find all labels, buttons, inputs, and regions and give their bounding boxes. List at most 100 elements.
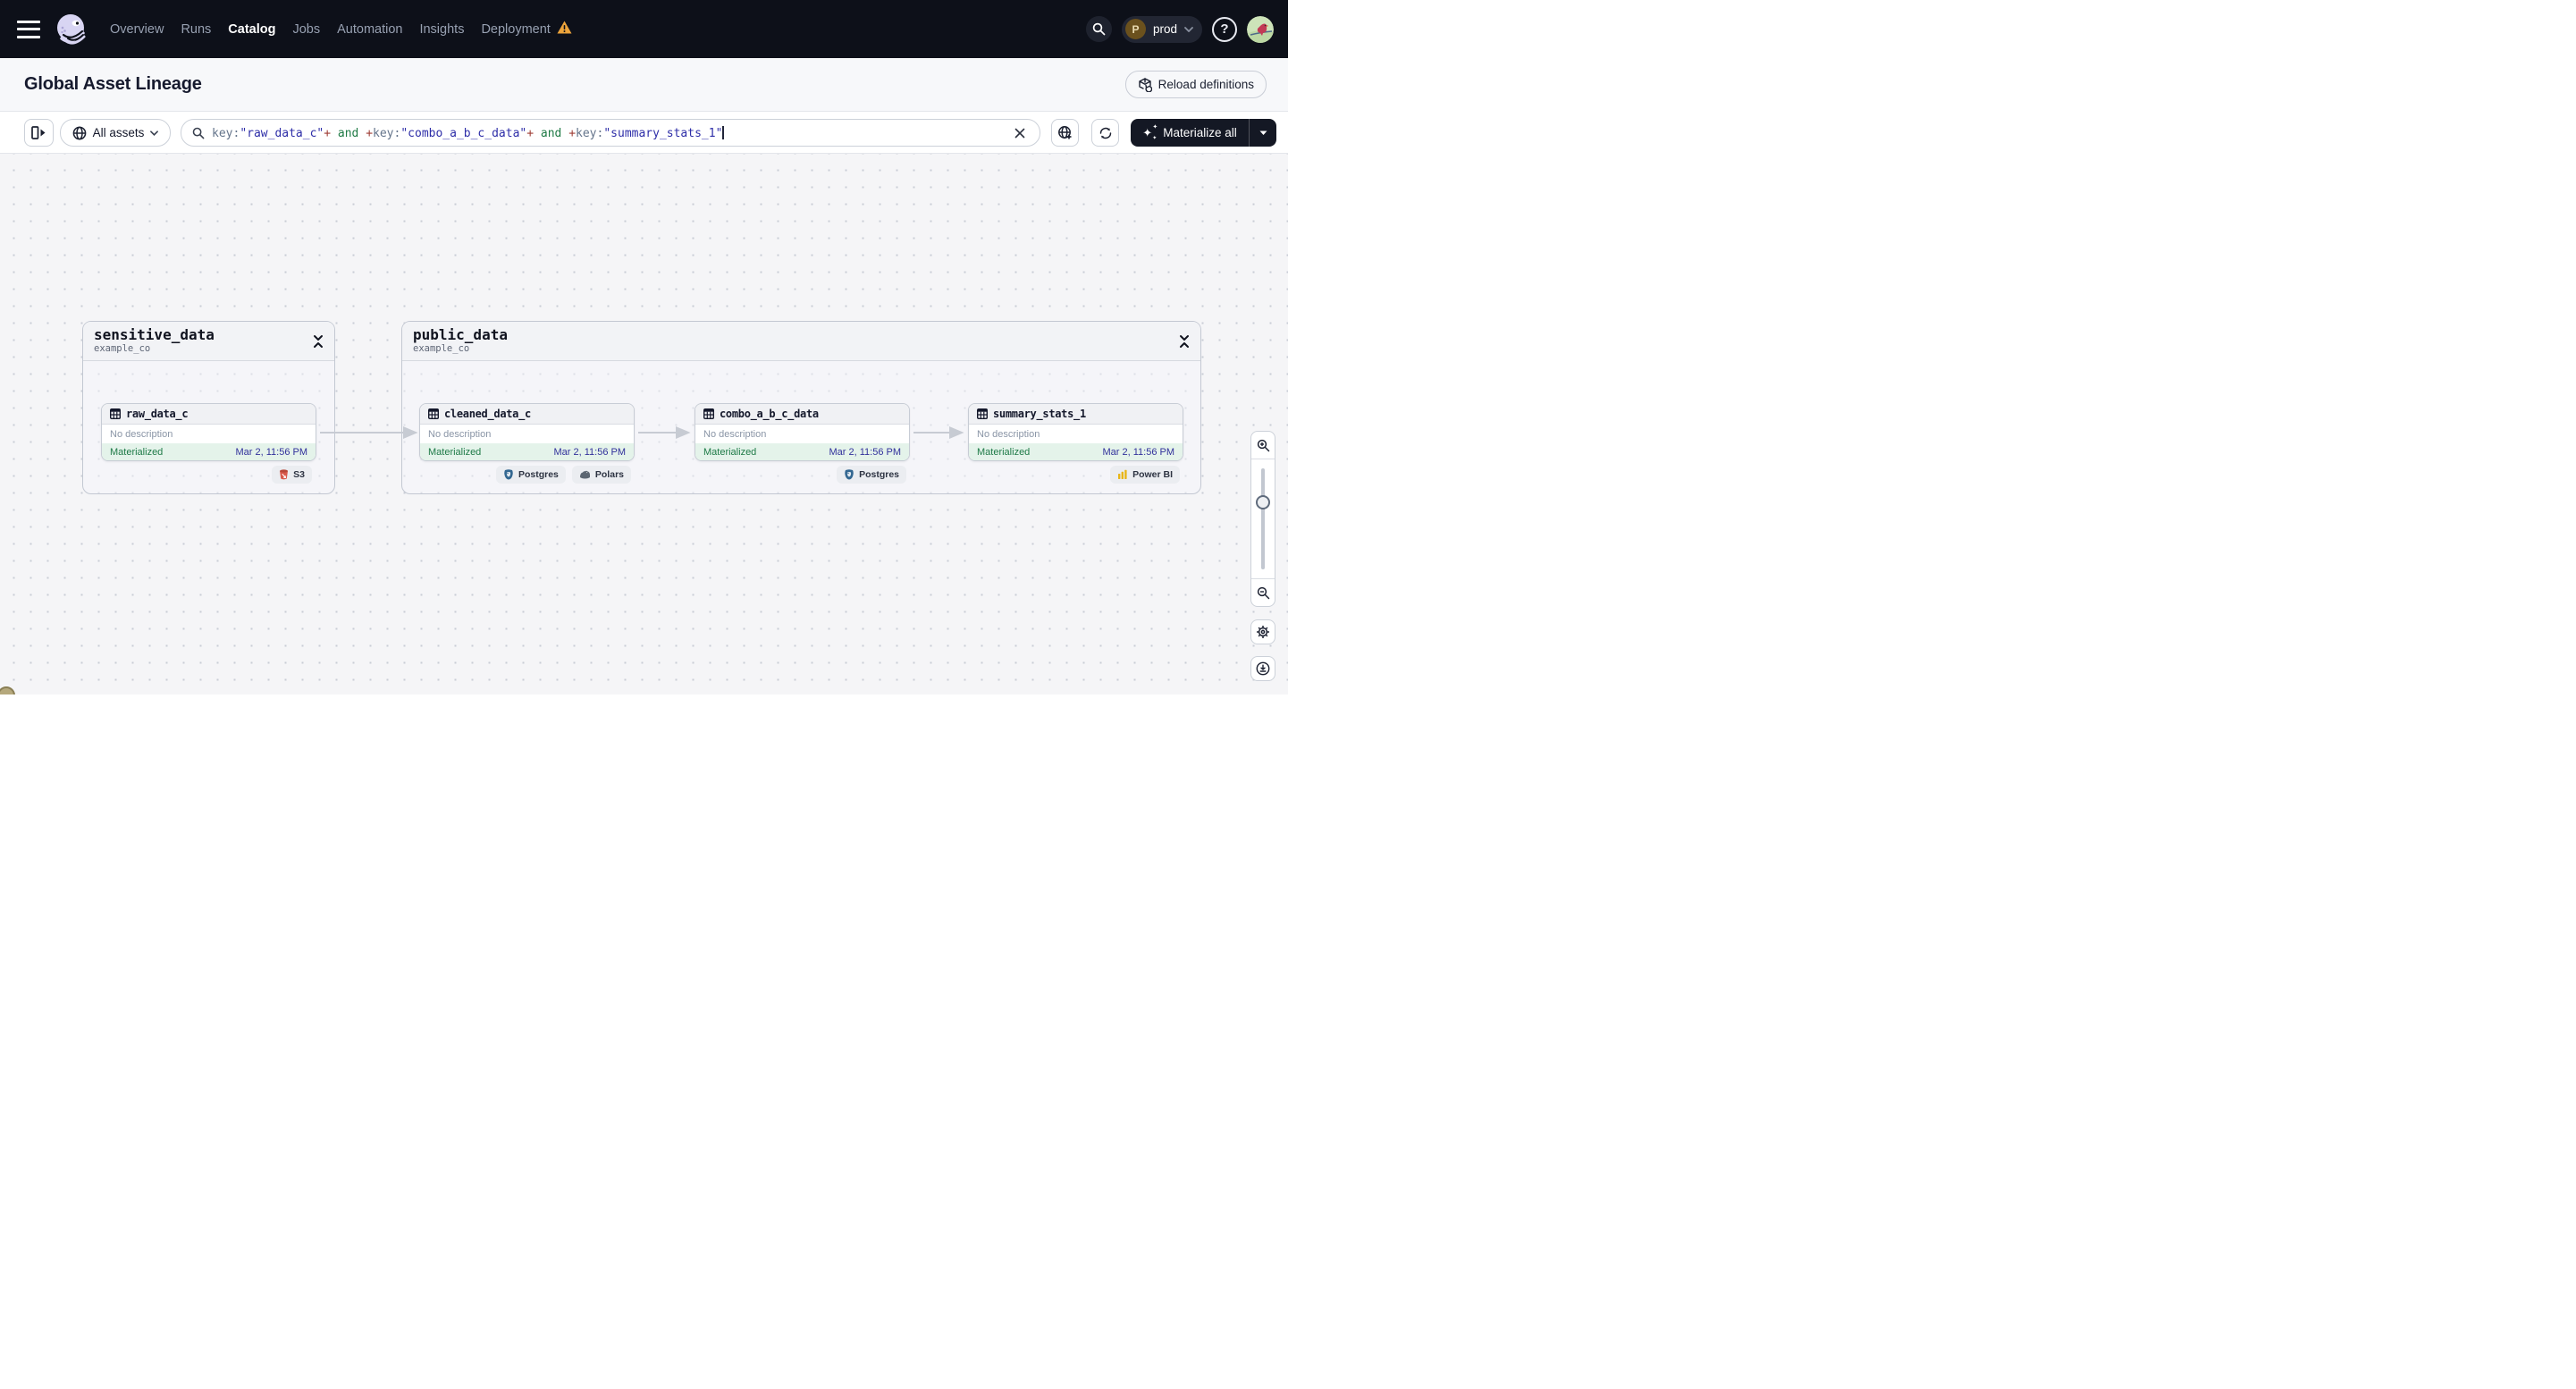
asset-status-row: Materialized Mar 2, 11:56 PM [420,443,634,460]
kind-tag-postgres[interactable]: Postgres [495,466,566,484]
table-icon [428,408,439,419]
zoom-controls [1250,431,1275,607]
asset-node-combo-a-b-c-data[interactable]: combo_a_b_c_data No description Material… [695,403,910,461]
refresh-icon[interactable] [1091,119,1119,147]
asset-filter-dropdown[interactable]: All assets [60,119,171,147]
table-icon [110,408,121,419]
group-title: sensitive_data [94,326,215,343]
materialization-timestamp: Mar 2, 11:56 PM [1102,446,1175,458]
kind-tag-polars[interactable]: Polars [571,466,631,484]
deployment-switcher[interactable]: P prod [1121,15,1202,43]
help-icon[interactable]: ? [1212,16,1237,42]
lineage-toolbar: All assets key:"raw_data_c"+ and +key:"c… [0,112,1288,154]
materialize-all-button[interactable]: ✦ ✦ ✦ Materialize all [1131,119,1249,147]
corner-decoration [0,686,15,694]
status-badge: Materialized [703,446,757,458]
asset-name: summary_stats_1 [993,408,1086,420]
postgres-icon [504,469,513,480]
polars-icon [579,470,590,479]
globe-icon [72,126,86,139]
asset-name: cleaned_data_c [444,408,531,420]
zoom-slider-thumb[interactable] [1256,495,1270,509]
materialization-timestamp: Mar 2, 11:56 PM [553,446,627,458]
caret-down-icon [1259,130,1267,135]
asset-description: No description [703,428,767,440]
zoom-out-icon[interactable] [1251,579,1275,606]
asset-node-cleaned-data-c[interactable]: cleaned_data_c No description Materializ… [419,403,635,461]
chevron-down-icon [150,130,159,136]
sparkles-icon: ✦ ✦ ✦ [1142,123,1158,141]
top-navbar: Overview Runs Catalog Jobs Automation In… [0,0,1288,58]
group-subtitle: example_co [413,343,470,354]
asset-node-summary-stats-1[interactable]: summary_stats_1 No description Materiali… [968,403,1183,461]
group-subtitle: example_co [94,343,151,354]
zoom-slider-track [1261,468,1265,569]
asset-status-row: Materialized Mar 2, 11:56 PM [102,443,316,460]
asset-description: No description [977,428,1040,440]
primary-nav: Overview Runs Catalog Jobs Automation In… [110,21,572,38]
asset-node-raw-data-c[interactable]: raw_data_c No description Materialized M… [101,403,316,461]
asset-filter-label: All assets [92,126,145,139]
materialization-timestamp: Mar 2, 11:56 PM [235,446,308,458]
group-header: public_data example_co [402,322,1200,361]
open-sidebar-button[interactable] [24,119,54,147]
asset-name: combo_a_b_c_data [720,408,819,420]
nav-item-jobs[interactable]: Jobs [292,22,320,37]
graph-settings-icon[interactable] [1250,619,1275,644]
tag-row: Postgres Polars [419,466,631,484]
nav-item-automation[interactable]: Automation [337,22,402,37]
asset-status-row: Materialized Mar 2, 11:56 PM [969,443,1183,460]
materialize-options-dropdown[interactable] [1249,119,1276,147]
table-icon [703,408,714,419]
page-header: Global Asset Lineage Reload definitions [0,58,1288,112]
search-icon [192,127,205,139]
status-badge: Materialized [977,446,1031,458]
kind-tag-postgres[interactable]: Postgres [837,466,906,484]
user-avatar[interactable] [1247,15,1274,43]
lineage-canvas[interactable]: sensitive_data example_co public_data ex… [0,154,1288,694]
reload-cube-icon [1138,77,1152,92]
text-cursor [722,125,724,139]
status-badge: Materialized [428,446,482,458]
deployment-name: prod [1152,22,1177,36]
deployment-warning-icon [557,21,572,38]
asset-description: No description [110,428,173,440]
s3-icon [280,469,289,480]
zoom-slider[interactable] [1251,459,1275,579]
search-icon[interactable] [1085,16,1112,42]
zoom-in-icon[interactable] [1251,432,1275,459]
view-full-graph-button[interactable] [1051,119,1079,147]
clear-search-icon[interactable] [1009,122,1031,144]
collapse-group-icon[interactable] [1179,333,1190,349]
tag-row: S3 [101,466,312,484]
deployment-initial: P [1124,19,1146,39]
postgres-icon [845,469,854,480]
download-image-icon[interactable] [1250,656,1275,681]
asset-description: No description [428,428,492,440]
group-header: sensitive_data example_co [83,322,334,361]
collapse-group-icon[interactable] [313,333,324,349]
table-icon [977,408,988,419]
nav-item-deployment[interactable]: Deployment [481,22,550,37]
dagster-logo-icon[interactable] [53,11,90,48]
tag-row: Postgres [695,466,906,484]
tag-row: Power BI [968,466,1180,484]
reload-definitions-button[interactable]: Reload definitions [1124,71,1267,98]
kind-tag-powerbi[interactable]: Power BI [1110,466,1180,484]
status-badge: Materialized [110,446,164,458]
group-title: public_data [413,326,508,343]
nav-item-runs[interactable]: Runs [181,22,211,37]
nav-item-catalog[interactable]: Catalog [228,22,275,37]
materialize-all-split-button: ✦ ✦ ✦ Materialize all [1131,119,1276,147]
query-text: key:"raw_data_c"+ and +key:"combo_a_b_c_… [212,125,724,140]
chevron-down-icon [1184,26,1193,32]
asset-name: raw_data_c [126,408,189,420]
menu-icon[interactable] [17,20,40,38]
nav-item-insights[interactable]: Insights [419,22,464,37]
asset-search-input[interactable]: key:"raw_data_c"+ and +key:"combo_a_b_c_… [181,119,1040,147]
materialization-timestamp: Mar 2, 11:56 PM [829,446,902,458]
page-title: Global Asset Lineage [24,74,202,94]
powerbi-icon [1118,469,1127,479]
nav-item-overview[interactable]: Overview [110,22,164,37]
kind-tag-s3[interactable]: S3 [272,466,312,484]
